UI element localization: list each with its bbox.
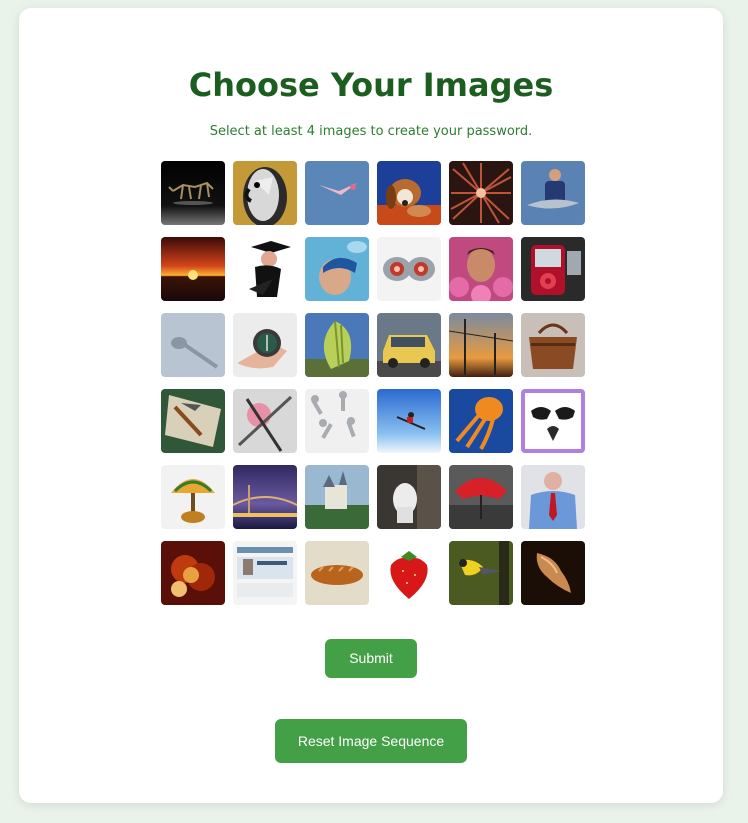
image-tile[interactable] (161, 465, 225, 529)
image-tile[interactable] (233, 465, 297, 529)
image-tile[interactable] (521, 237, 585, 301)
image-tile[interactable] (305, 541, 369, 605)
image-tile[interactable] (449, 161, 513, 225)
image-tile[interactable] (449, 465, 513, 529)
image-tile[interactable] (377, 465, 441, 529)
image-tile[interactable] (377, 161, 441, 225)
image-grid (161, 161, 585, 605)
image-tile[interactable] (305, 465, 369, 529)
image-tile[interactable] (521, 313, 585, 377)
image-tile[interactable] (305, 161, 369, 225)
page-subtitle: Select at least 4 images to create your … (209, 124, 533, 139)
image-tile[interactable] (233, 541, 297, 605)
image-tile[interactable] (449, 389, 513, 453)
image-tile[interactable] (161, 313, 225, 377)
image-tile[interactable] (305, 389, 369, 453)
image-tile[interactable] (161, 389, 225, 453)
image-tile[interactable] (233, 161, 297, 225)
image-tile[interactable] (161, 161, 225, 225)
image-tile[interactable] (161, 237, 225, 301)
submit-button[interactable]: Submit (325, 639, 417, 678)
image-tile[interactable] (233, 389, 297, 453)
image-tile[interactable] (449, 237, 513, 301)
image-tile[interactable] (233, 313, 297, 377)
image-tile[interactable] (305, 237, 369, 301)
image-tile[interactable] (377, 313, 441, 377)
image-tile[interactable] (377, 389, 441, 453)
image-tile[interactable] (521, 541, 585, 605)
image-tile[interactable] (449, 313, 513, 377)
image-tile[interactable] (305, 313, 369, 377)
image-tile[interactable] (521, 465, 585, 529)
image-tile[interactable] (377, 237, 441, 301)
image-tile[interactable] (449, 541, 513, 605)
image-tile[interactable] (521, 161, 585, 225)
image-tile[interactable] (161, 541, 225, 605)
image-tile[interactable] (377, 541, 441, 605)
page-title: Choose Your Images (188, 66, 554, 104)
login-card: Choose Your Images Select at least 4 ima… (19, 8, 723, 803)
reset-image-sequence-button[interactable]: Reset Image Sequence (275, 719, 467, 763)
image-tile[interactable] (233, 237, 297, 301)
image-tile[interactable] (521, 389, 585, 453)
